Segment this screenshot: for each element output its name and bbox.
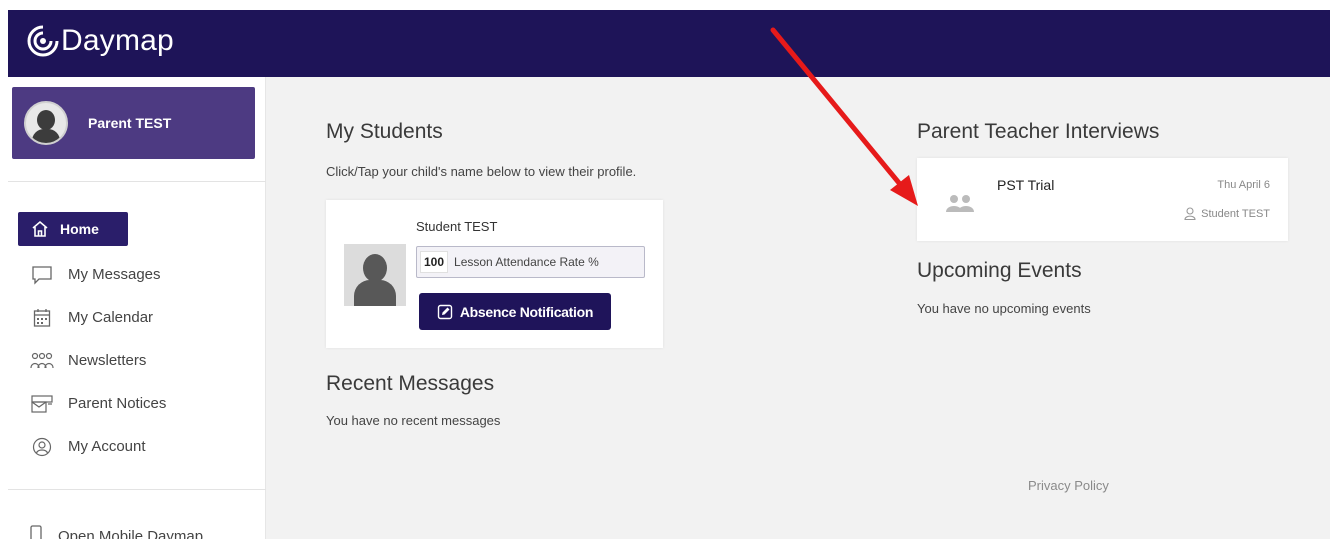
attendance-rate: 100 Lesson Attendance Rate %: [416, 246, 645, 278]
brand-name: Daymap: [61, 24, 174, 57]
attendance-value: 100: [420, 251, 449, 273]
group-icon: [945, 194, 975, 219]
absence-notification-label: Absence Notification: [459, 303, 594, 320]
daymap-logo[interactable]: Daymap: [26, 24, 174, 58]
sidebar-item-my-account[interactable]: My Account: [18, 425, 258, 468]
absence-notification-button[interactable]: Absence Notification: [419, 293, 611, 330]
message-icon: [30, 263, 54, 287]
interview-student-name: Student TEST: [1201, 207, 1270, 220]
sidebar: Parent TEST Home My Messages My Calendar…: [8, 77, 266, 539]
interview-date: Thu April 6: [1217, 179, 1270, 191]
divider: [8, 181, 266, 182]
avatar: [24, 101, 68, 145]
sidebar-item-label: My Calendar: [68, 309, 154, 326]
sidebar-item-label: Parent Notices: [68, 395, 167, 412]
student-photo: [344, 244, 406, 306]
home-icon: [28, 217, 52, 241]
parent-teacher-interviews-title: Parent Teacher Interviews: [917, 120, 1160, 143]
daymap-logo-icon: [27, 25, 59, 57]
sidebar-item-parent-notices[interactable]: Parent Notices: [18, 382, 258, 425]
account-icon: [30, 435, 54, 459]
divider: [8, 489, 266, 490]
interview-student: Student TEST: [1184, 207, 1270, 220]
profile-name: Parent TEST: [88, 115, 172, 131]
people-icon: [30, 349, 54, 373]
interview-name: PST Trial: [997, 177, 1055, 193]
mobile-link-label: Open Mobile Daymap: [58, 527, 204, 539]
sidebar-nav: Home My Messages My Calendar Newsletters: [18, 212, 258, 468]
top-bar: Daymap: [8, 10, 1330, 77]
privacy-policy-link[interactable]: Privacy Policy: [1028, 478, 1109, 493]
upcoming-events-title: Upcoming Events: [917, 259, 1082, 282]
my-students-subtitle: Click/Tap your child's name below to vie…: [326, 164, 637, 179]
app-window: Daymap Parent TEST Home My Messages My C…: [8, 10, 1330, 539]
student-name[interactable]: Student TEST: [416, 219, 497, 234]
mobile-icon: [30, 525, 42, 539]
recent-messages-empty: You have no recent messages: [326, 413, 501, 428]
notices-icon: [30, 392, 54, 416]
my-students-title: My Students: [326, 120, 443, 143]
sidebar-item-label: Newsletters: [68, 352, 147, 369]
sidebar-item-label: My Messages: [68, 266, 161, 283]
calendar-icon: [30, 306, 54, 330]
sidebar-item-newsletters[interactable]: Newsletters: [18, 339, 258, 382]
sidebar-item-messages[interactable]: My Messages: [18, 253, 258, 296]
interview-card[interactable]: PST Trial Thu April 6 Student TEST: [917, 158, 1288, 241]
person-icon: [1184, 207, 1196, 220]
profile-card[interactable]: Parent TEST: [12, 87, 255, 159]
student-card[interactable]: Student TEST 100 Lesson Attendance Rate …: [326, 200, 663, 348]
edit-note-icon: [437, 304, 453, 320]
sidebar-item-home[interactable]: Home: [18, 212, 128, 246]
attendance-label: Lesson Attendance Rate %: [454, 255, 599, 269]
sidebar-item-label: My Account: [68, 438, 146, 455]
sidebar-item-calendar[interactable]: My Calendar: [18, 296, 258, 339]
recent-messages-title: Recent Messages: [326, 372, 495, 395]
sidebar-item-label: Home: [60, 221, 99, 237]
open-mobile-daymap-link[interactable]: Open Mobile Daymap: [30, 525, 203, 539]
upcoming-events-empty: You have no upcoming events: [917, 301, 1091, 316]
